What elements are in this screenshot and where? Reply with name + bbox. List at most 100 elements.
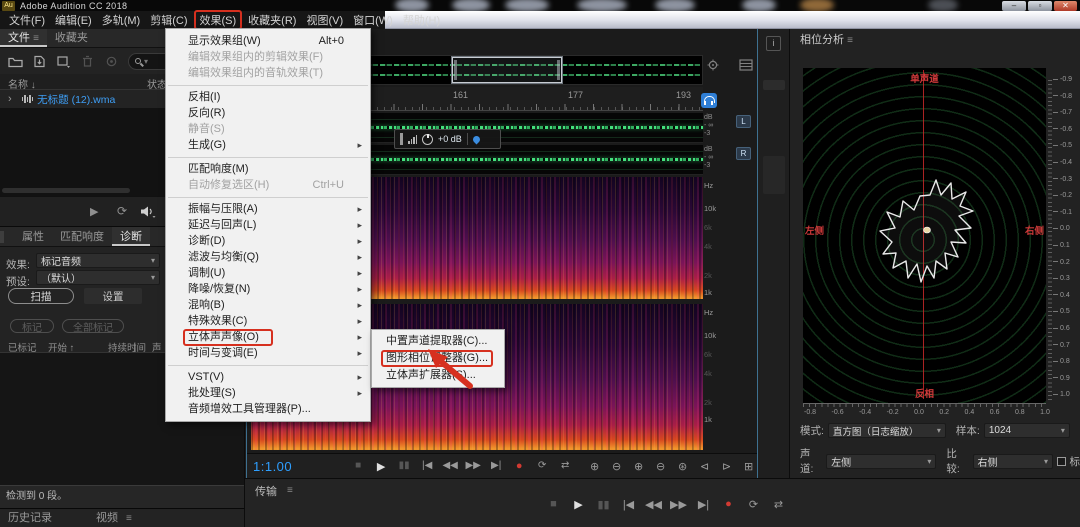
record-button[interactable]: ● bbox=[511, 460, 527, 473]
import-file-icon[interactable] bbox=[32, 55, 47, 68]
minimize-button[interactable]: – bbox=[1002, 1, 1026, 11]
info-icon[interactable]: i bbox=[766, 36, 781, 51]
open-file-icon[interactable] bbox=[8, 55, 23, 68]
column-start[interactable]: 开始 ↑ bbox=[48, 340, 74, 354]
close-button[interactable]: ✕ bbox=[1054, 1, 1077, 11]
channel-left-button[interactable]: L bbox=[736, 115, 751, 128]
rewind-button[interactable]: ◀◀ bbox=[442, 460, 458, 473]
mark-button[interactable]: 标记 bbox=[10, 319, 54, 333]
menubar-item-effects[interactable]: 效果(S) bbox=[194, 10, 243, 30]
record-button[interactable]: ● bbox=[720, 498, 737, 511]
channel-right-button[interactable]: R bbox=[736, 147, 751, 160]
effects-menu-item-match-loudness[interactable]: 匹配响度(M) bbox=[166, 161, 370, 177]
column-channel[interactable]: 声 bbox=[152, 340, 162, 354]
stop-button[interactable]: ■ bbox=[545, 498, 562, 511]
effects-menu-item-time-pitch[interactable]: 时间与变调(E)▸ bbox=[166, 345, 370, 361]
stop-button[interactable]: ■ bbox=[350, 460, 366, 473]
effects-menu-item-modulation[interactable]: 调制(U)▸ bbox=[166, 265, 370, 281]
overview-selection-handle[interactable] bbox=[452, 57, 562, 83]
menubar-item-edit[interactable]: 编辑(E) bbox=[50, 12, 97, 28]
zoom-in-amplitude-button[interactable]: ⊕ bbox=[631, 460, 646, 473]
effects-menu-item-stereo-imagery[interactable]: 立体声声像(O)▸ bbox=[166, 329, 370, 345]
collapsed-tab[interactable] bbox=[763, 80, 785, 90]
fast-forward-button[interactable]: ▶▶ bbox=[465, 460, 481, 473]
menubar-item-file[interactable]: 文件(F) bbox=[4, 12, 50, 28]
tab-history[interactable]: 历史记录 bbox=[0, 509, 60, 527]
panel-grip[interactable] bbox=[0, 231, 4, 243]
tab-favorites[interactable]: 收藏夹 bbox=[47, 28, 96, 47]
effects-menu-item-diagnostics[interactable]: 诊断(D)▸ bbox=[166, 233, 370, 249]
tab-files[interactable]: 文件 ≡ bbox=[0, 28, 47, 47]
fast-forward-button[interactable]: ▶▶ bbox=[670, 498, 687, 511]
zoom-reset-button[interactable]: ⊛ bbox=[675, 460, 690, 473]
rewind-button[interactable]: ◀◀ bbox=[645, 498, 662, 511]
effects-menu-item-silence[interactable]: 静音(S) bbox=[166, 121, 370, 137]
effects-menu-item-filter-eq[interactable]: 滤波与均衡(Q)▸ bbox=[166, 249, 370, 265]
tab-video[interactable]: 视频 bbox=[88, 509, 126, 527]
effects-menu-item-amplitude-compression[interactable]: 振幅与压限(A)▸ bbox=[166, 201, 370, 217]
collapsed-tab[interactable] bbox=[763, 156, 785, 194]
column-status[interactable]: 状态 bbox=[147, 76, 167, 91]
effects-menu-item-reverse[interactable]: 反向(R) bbox=[166, 105, 370, 121]
link-icon[interactable] bbox=[104, 55, 119, 68]
menubar-item-multitrack[interactable]: 多轨(M) bbox=[97, 12, 146, 28]
mark-all-button[interactable]: 全部标记 bbox=[62, 319, 124, 333]
pause-button[interactable]: ▮▮ bbox=[595, 498, 612, 511]
effects-menu-item-reverb[interactable]: 混响(B)▸ bbox=[166, 297, 370, 313]
effects-menu-item-invert[interactable]: 反相(I) bbox=[166, 89, 370, 105]
skip-selection-button[interactable]: ⇄ bbox=[557, 460, 573, 473]
effects-menu-item-plugin-manager[interactable]: 音频增效工具管理器(P)... bbox=[166, 401, 370, 417]
skip-to-end-button[interactable]: ▶| bbox=[488, 460, 504, 473]
preview-play-button[interactable]: ▶ bbox=[90, 205, 98, 218]
pin-icon[interactable] bbox=[471, 134, 481, 144]
effects-menu-item-generate[interactable]: 生成(G)▸ bbox=[166, 137, 370, 153]
zoom-out-time-button[interactable]: ⊖ bbox=[609, 460, 624, 473]
skip-selection-button[interactable]: ⇄ bbox=[770, 498, 787, 511]
hud-slider-icon[interactable] bbox=[400, 133, 403, 145]
play-button[interactable]: ▶ bbox=[570, 498, 587, 511]
maximize-button[interactable]: ▫ bbox=[1028, 1, 1052, 11]
panel-layout-icon[interactable] bbox=[739, 59, 753, 71]
menubar-item-window[interactable]: 窗口(W) bbox=[348, 12, 398, 28]
channel-select[interactable]: 左侧▾ bbox=[826, 454, 936, 469]
play-button[interactable]: ▶ bbox=[373, 460, 389, 473]
gain-knob[interactable] bbox=[422, 134, 433, 145]
effects-menu-item-edit-track-effects[interactable]: 编辑效果组内的音轨效果(T) bbox=[166, 65, 370, 81]
menubar-item-view[interactable]: 视图(V) bbox=[301, 12, 348, 28]
effects-menu-item-auto-heal[interactable]: 自动修复选区(H)Ctrl+U bbox=[166, 177, 370, 193]
loop-playback-button[interactable]: ⟳ bbox=[745, 498, 762, 511]
expand-icon[interactable]: › bbox=[8, 93, 12, 105]
settings-button[interactable]: 设置 bbox=[84, 288, 142, 304]
file-name[interactable]: 无标题 (12).wma bbox=[37, 92, 115, 107]
column-marked[interactable]: 已标记 bbox=[8, 340, 37, 354]
auto-play-speaker-button[interactable] bbox=[140, 205, 156, 218]
effects-menu-item-noise-restoration[interactable]: 降噪/恢复(N)▸ bbox=[166, 281, 370, 297]
delete-icon[interactable] bbox=[80, 55, 95, 68]
zoom-to-selection-button[interactable]: ⊞ bbox=[741, 460, 756, 473]
tab-properties[interactable]: 属性 bbox=[14, 227, 52, 246]
effects-menu-item-delay-echo[interactable]: 延迟与回声(L)▸ bbox=[166, 217, 370, 233]
sample-select[interactable]: 1024▾ bbox=[984, 423, 1070, 438]
effects-menu-item-show-effects-rack[interactable]: 显示效果组(W)Alt+0 bbox=[166, 33, 370, 49]
horizontal-scrollbar[interactable] bbox=[2, 188, 130, 193]
zoom-in-time-button[interactable]: ⊕ bbox=[587, 460, 602, 473]
pause-button[interactable]: ▮▮ bbox=[396, 460, 412, 473]
gain-value[interactable]: +0 dB bbox=[438, 134, 462, 144]
effects-menu-item-special[interactable]: 特殊效果(C)▸ bbox=[166, 313, 370, 329]
menubar-item-help[interactable]: 帮助(H) bbox=[398, 12, 445, 28]
gain-hud[interactable]: +0 dB bbox=[394, 129, 501, 149]
monitor-headphone-icon[interactable] bbox=[701, 93, 717, 108]
panel-menu-icon[interactable]: ≡ bbox=[33, 33, 39, 44]
scan-button[interactable]: 扫描 bbox=[8, 288, 74, 304]
compare-select[interactable]: 右侧▾ bbox=[973, 454, 1053, 469]
loop-preview-button[interactable]: ⟳ bbox=[117, 204, 127, 218]
menubar-item-clip[interactable]: 剪辑(C) bbox=[145, 12, 192, 28]
skip-to-start-button[interactable]: |◀ bbox=[419, 460, 435, 473]
column-duration[interactable]: 持续时间 bbox=[108, 340, 146, 354]
menubar-item-favorites[interactable]: 收藏夹(R) bbox=[243, 12, 301, 28]
panel-menu-icon[interactable]: ≡ bbox=[287, 485, 293, 496]
tab-diagnostics[interactable]: 诊断 bbox=[112, 227, 150, 246]
zoom-selection-out-button[interactable]: ⊳ bbox=[719, 460, 734, 473]
skip-to-start-button[interactable]: |◀ bbox=[620, 498, 637, 511]
zoom-selection-in-button[interactable]: ⊲ bbox=[697, 460, 712, 473]
